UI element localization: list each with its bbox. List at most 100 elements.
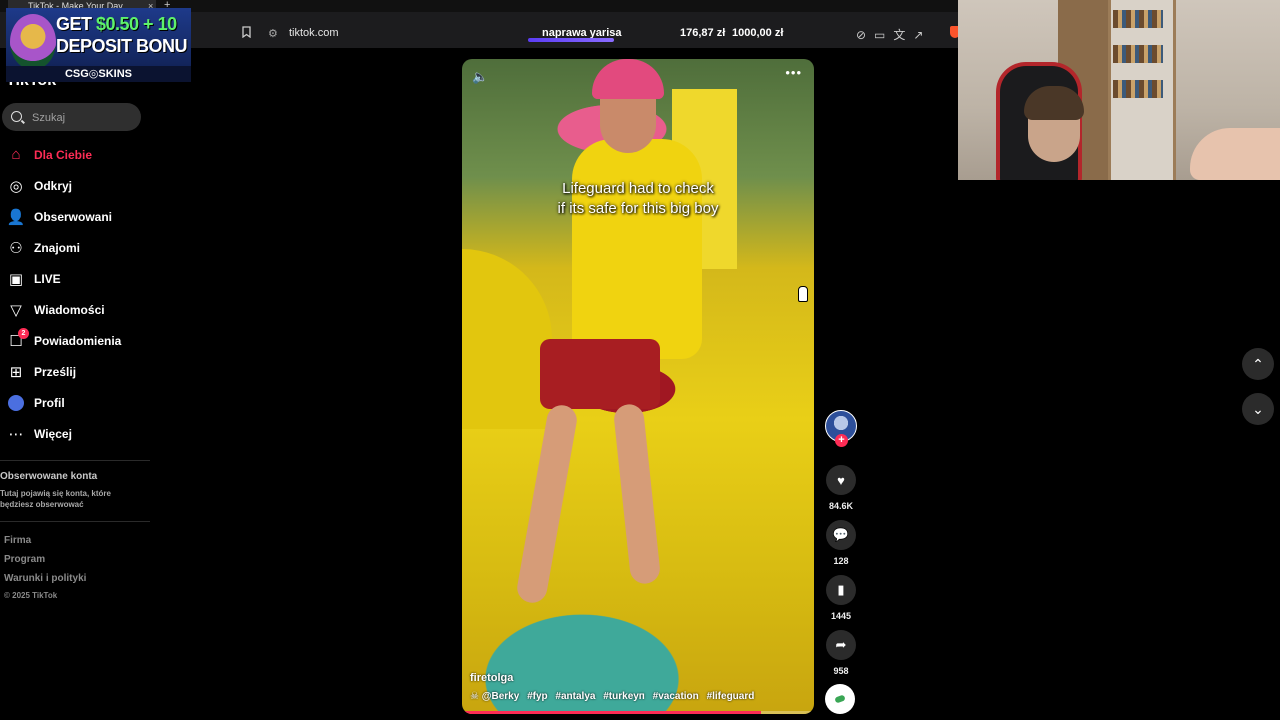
sidebar-item-for-you[interactable]: ⌂ Dla Ciebie xyxy=(0,139,150,170)
video-frame-detail xyxy=(514,402,580,606)
sidebar-item-friends[interactable]: ⚇ Znajomi xyxy=(0,232,150,263)
share-count: 958 xyxy=(833,666,849,676)
ad-mascot-image xyxy=(10,14,56,70)
hashtag-link[interactable]: #lifeguard xyxy=(707,691,755,702)
video-frame-detail xyxy=(612,402,662,586)
heart-icon: ♥ xyxy=(837,472,845,488)
extension-progress-bar xyxy=(528,38,614,42)
webcam-overlay xyxy=(958,0,1280,180)
sidebar-item-live[interactable]: ▣ LIVE xyxy=(0,263,150,294)
sidebar-item-label: Obserwowani xyxy=(34,209,113,224)
music-disc-icon[interactable] xyxy=(825,684,855,714)
ad-money: $0.50 + 10 xyxy=(96,14,177,34)
messages-icon: ▽ xyxy=(10,301,22,319)
search-box[interactable] xyxy=(2,103,141,133)
video-player[interactable]: Lifeguard had to check if its safe for t… xyxy=(462,59,814,714)
live-icon: ▣ xyxy=(8,270,24,288)
sidebar-item-profile[interactable]: Profil xyxy=(0,387,150,418)
like-button[interactable]: ♥ xyxy=(826,465,856,495)
mouse-cursor xyxy=(798,286,808,302)
share-button[interactable]: ➦ xyxy=(826,630,856,660)
sidebar-item-label: Wiadomości xyxy=(34,302,105,317)
footer-link-terms[interactable]: Warunki i polityki xyxy=(4,573,86,584)
ad-subheadline: DEPOSIT BONU xyxy=(56,36,188,56)
sidebar-item-messages[interactable]: ▽ Wiadomości xyxy=(0,294,150,325)
share-action: ➦ 958 xyxy=(825,630,857,676)
caption-line: Lifeguard had to check xyxy=(562,180,714,197)
follow-plus-icon[interactable]: + xyxy=(835,434,848,447)
hashtag-link[interactable]: #antalya xyxy=(555,691,595,702)
compass-icon: ◎ xyxy=(9,177,23,195)
notification-badge: 2 xyxy=(18,328,29,339)
ad-headline: GET $0.50 + 10 xyxy=(56,14,177,35)
copyright: © 2025 TikTok xyxy=(4,591,58,600)
followed-accounts-text: Tutaj pojawią się konta, które będziesz … xyxy=(0,489,111,509)
previous-video-button[interactable]: ⌃ xyxy=(1242,348,1274,380)
address-bar[interactable]: tiktok.com xyxy=(289,27,339,39)
bookmark-icon: ▮ xyxy=(837,582,845,597)
sidebar-item-label: Więcej xyxy=(34,426,72,441)
mention-link[interactable]: ☠ @Berky xyxy=(470,691,519,702)
sidebar-item-label: Profil xyxy=(34,395,65,410)
sidebar-item-label: Odkryj xyxy=(34,178,73,193)
hashtag-link[interactable]: #turkeyп xyxy=(603,691,645,702)
video-caption-overlay: Lifeguard had to check if its safe for t… xyxy=(462,179,814,219)
comment-action: 💬 128 xyxy=(825,520,857,566)
casino-ad-overlay: GET $0.50 + 10 DEPOSIT BONU CSG◎SKINS xyxy=(6,8,191,82)
sidebar-item-more[interactable]: ⋯ Więcej xyxy=(0,418,150,449)
sidebar-divider xyxy=(0,460,150,461)
sidebar-item-following[interactable]: 👤 Obserwowani xyxy=(0,201,150,232)
ad-headline-prefix: GET xyxy=(56,14,97,34)
browser-tools-icon[interactable]: ⊘▭文↗ xyxy=(856,26,931,43)
video-frame-detail xyxy=(592,59,664,99)
sidebar-item-explore[interactable]: ◎ Odkryj xyxy=(0,170,150,201)
sidebar-nav: ⌂ Dla Ciebie ◎ Odkryj 👤 Obserwowani ⚇ Zn… xyxy=(0,139,150,449)
music-disc-art xyxy=(834,694,846,704)
site-settings-icon[interactable]: ⚙ xyxy=(268,27,278,40)
bookmark-page-icon[interactable] xyxy=(242,26,251,38)
more-icon: ⋯ xyxy=(8,425,24,443)
like-action: ♥ 84.6K xyxy=(825,465,857,511)
next-video-button[interactable]: ⌄ xyxy=(1242,393,1274,425)
share-icon: ➦ xyxy=(835,637,847,652)
sidebar-divider xyxy=(0,521,150,522)
followed-accounts-title: Obserwowane konta xyxy=(0,471,98,482)
upload-icon: ⊞ xyxy=(9,363,23,381)
volume-icon[interactable]: 🔈 xyxy=(472,69,488,85)
chevron-down-icon: ⌄ xyxy=(1252,400,1264,417)
home-icon: ⌂ xyxy=(11,146,21,163)
sidebar-item-label: Znajomi xyxy=(34,240,81,255)
footer-link-program[interactable]: Program xyxy=(4,554,45,565)
hashtag-link[interactable]: #fyp xyxy=(527,691,548,702)
comment-button[interactable]: 💬 xyxy=(826,520,856,550)
sidebar-item-upload[interactable]: ⊞ Prześlij xyxy=(0,356,150,387)
webcam-books xyxy=(1113,80,1163,98)
balance-goal: 1000,00 zł xyxy=(732,27,784,39)
video-frame-detail xyxy=(572,139,702,359)
video-progress-bar[interactable] xyxy=(462,711,814,714)
user-follow-icon: 👤 xyxy=(6,208,26,226)
webcam-books xyxy=(1113,10,1163,28)
bookmark-count: 1445 xyxy=(830,611,852,621)
webcam-streamer-hair xyxy=(1024,86,1084,120)
bookmark-button[interactable]: ▮ xyxy=(826,575,856,605)
video-description: ☠ @Berky #fyp #antalya #turkeyп #vacatio… xyxy=(470,691,759,702)
sidebar-item-label: Powiadomienia xyxy=(34,333,122,348)
friends-icon: ⚇ xyxy=(9,239,23,257)
sidebar-item-label: Dla Ciebie xyxy=(34,147,93,162)
search-input[interactable] xyxy=(30,103,139,133)
profile-avatar xyxy=(8,394,24,411)
balance-current: 176,87 zł xyxy=(680,27,726,39)
webcam-hand xyxy=(1190,128,1280,180)
more-options-icon[interactable]: ••• xyxy=(785,65,802,80)
video-frame-detail xyxy=(540,339,660,409)
search-icon xyxy=(11,111,22,122)
comment-count: 128 xyxy=(833,556,849,566)
video-frame-detail xyxy=(462,249,552,429)
sidebar-item-notifications[interactable]: ☐ 2 Powiadomienia xyxy=(0,325,150,356)
ad-brand: CSG◎SKINS xyxy=(6,66,191,82)
sidebar-item-label: LIVE xyxy=(34,271,61,286)
footer-link-company[interactable]: Firma xyxy=(4,535,31,546)
video-author[interactable]: firetolga xyxy=(470,672,513,684)
hashtag-link[interactable]: #vacation xyxy=(653,691,699,702)
